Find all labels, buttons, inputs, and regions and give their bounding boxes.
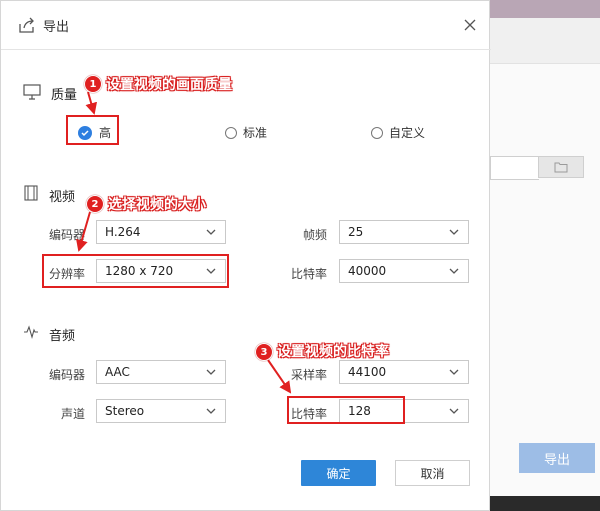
video-encoder-value: H.264 [105,225,141,239]
audio-wave-icon [23,324,41,342]
video-framerate-value: 25 [348,225,364,239]
chevron-down-icon [449,408,459,414]
annotation-badge-2: 2 [86,195,104,213]
background-header-strip [490,0,600,18]
background-footer-strip [490,496,600,511]
video-bitrate-label: 比特率 [290,267,327,281]
dialog-titlebar: 导出 [1,1,491,50]
annotation-highlight-resolution [42,254,229,288]
video-encoder-select[interactable]: H.264 [96,220,226,244]
background-app: 导出 [490,0,600,511]
annotation-text-3: 设置视频的比特率 [277,344,389,360]
radio-button[interactable] [371,126,383,139]
quality-option-standard-label: 标准 [243,126,268,140]
video-section-label: 视频 [49,190,76,205]
audio-encoder-select[interactable]: AAC [96,360,226,384]
audio-section-label: 音频 [49,329,76,344]
annotation-badge-3: 3 [255,343,273,361]
audio-channel-label: 声道 [60,407,85,421]
radio-button[interactable] [225,126,237,139]
folder-icon[interactable] [538,156,584,178]
quality-option-standard[interactable]: 标准 [225,124,267,141]
dialog-title: 导出 [43,20,70,35]
video-framerate-select[interactable]: 25 [339,220,469,244]
chevron-down-icon [449,229,459,235]
chevron-down-icon [206,408,216,414]
chevron-down-icon [449,369,459,375]
background-export-button[interactable]: 导出 [519,443,595,473]
audio-samplerate-label: 采样率 [290,368,327,382]
film-icon [23,185,41,203]
video-bitrate-select[interactable]: 40000 [339,259,469,283]
video-encoder-label: 编码器 [48,228,85,242]
video-bitrate-value: 40000 [348,264,387,278]
close-icon[interactable] [459,14,481,36]
audio-channel-select[interactable]: Stereo [96,399,226,423]
audio-channel-value: Stereo [105,404,145,418]
video-framerate-label: 帧频 [302,228,327,242]
audio-encoder-label: 编码器 [48,368,85,382]
annotation-highlight-bitrate [287,396,405,424]
chevron-down-icon [206,229,216,235]
chevron-down-icon [449,268,459,274]
annotation-highlight-quality [66,115,119,145]
annotation-text-1: 设置视频的画面质量 [106,77,232,93]
background-path-field[interactable] [490,156,539,180]
export-icon [17,15,37,35]
background-titlebar [490,18,600,64]
audio-samplerate-value: 44100 [348,365,387,379]
audio-encoder-value: AAC [105,365,130,379]
annotation-badge-1: 1 [84,75,102,93]
chevron-down-icon [206,369,216,375]
audio-samplerate-select[interactable]: 44100 [339,360,469,384]
monitor-icon [23,83,41,101]
quality-option-custom-label: 自定义 [389,126,426,140]
cancel-button[interactable]: 取消 [395,460,470,486]
quality-section-label: 质量 [51,88,78,103]
quality-option-custom[interactable]: 自定义 [371,124,425,141]
annotation-text-2: 选择视频的大小 [108,197,206,213]
confirm-button[interactable]: 确定 [301,460,376,486]
